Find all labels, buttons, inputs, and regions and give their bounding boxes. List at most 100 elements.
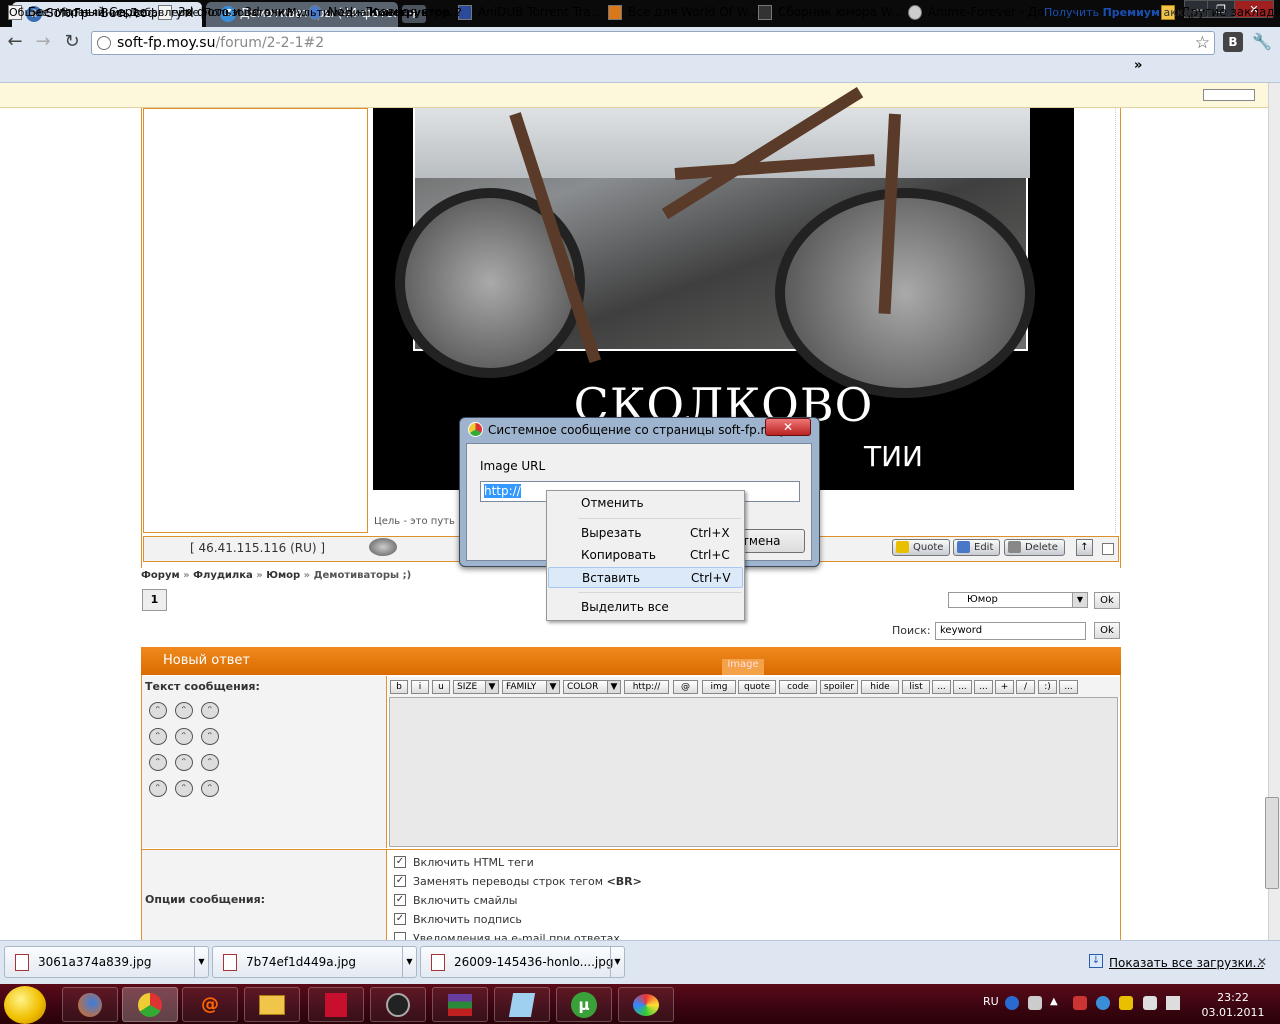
tray-app-icon[interactable]: [1119, 996, 1133, 1010]
dialog-close-button[interactable]: ✕: [765, 418, 811, 436]
bookmark-item[interactable]: AniDUB Torrent Tra...: [458, 4, 602, 22]
chrome-icon[interactable]: [122, 987, 178, 1022]
search-input[interactable]: keyword: [935, 622, 1086, 640]
smiley-icon[interactable]: ᵔ: [149, 780, 167, 797]
option-signature[interactable]: ✓ Включить подпись: [394, 913, 522, 926]
breadcrumb-forum[interactable]: Форум: [141, 570, 180, 581]
search-ok-button[interactable]: Ok: [1094, 622, 1120, 639]
smiley-icon[interactable]: ᵔ: [201, 702, 219, 719]
smiley-icon[interactable]: ᵔ: [175, 728, 193, 745]
bookmark-star-icon[interactable]: ☆: [1195, 33, 1210, 53]
bbcode-extra-button[interactable]: ...: [1059, 680, 1078, 694]
chevron-down-icon[interactable]: ▼: [610, 947, 624, 977]
bbcode-italic-button[interactable]: i: [411, 680, 429, 694]
forum-jump-ok-button[interactable]: Ok: [1094, 592, 1120, 609]
tray-tool-icon[interactable]: [1028, 996, 1042, 1010]
bbcode-extra-button[interactable]: ...: [974, 680, 993, 694]
bbcode-color-select[interactable]: COLOR ▼: [563, 680, 621, 694]
address-bar[interactable]: soft-fp.moy.su/forum/2-2-1#2 ☆: [91, 31, 1215, 55]
bookmark-item[interactable]: Все для World Of W...: [608, 4, 759, 22]
checkbox-checked[interactable]: ✓: [394, 913, 406, 925]
winrar-icon[interactable]: [432, 987, 488, 1022]
tray-app-icon[interactable]: [1096, 996, 1110, 1010]
bbcode-url-button[interactable]: http://: [624, 680, 669, 694]
system-clock[interactable]: 23:22 03.01.2011: [1200, 990, 1266, 1020]
smiley-icon[interactable]: ᵔ: [201, 754, 219, 771]
download-item[interactable]: 3061a374a839.jpg ▼: [4, 946, 209, 978]
downloads-close-button[interactable]: ✕: [1257, 955, 1267, 969]
bbcode-extra-button[interactable]: ...: [932, 680, 951, 694]
checkbox-checked[interactable]: ✓: [394, 875, 406, 887]
bbcode-slash-button[interactable]: /: [1016, 680, 1035, 694]
download-item[interactable]: 26009-145436-honlo....jpg ▼: [420, 946, 625, 978]
vk-extension-button[interactable]: B: [1223, 32, 1243, 52]
start-button[interactable]: [4, 986, 46, 1024]
utorrent-icon[interactable]: µ: [556, 987, 612, 1022]
premium-link[interactable]: Получить Премиум аккаунт: [1044, 6, 1210, 19]
bbcode-underline-button[interactable]: u: [432, 680, 450, 694]
bookmark-item[interactable]: Сборник юмора W...: [758, 4, 903, 22]
bbcode-bold-button[interactable]: b: [390, 680, 408, 694]
delete-button[interactable]: Delete: [1004, 539, 1065, 556]
back-button[interactable]: ←: [4, 31, 26, 53]
menu-item-undo[interactable]: Отменить: [548, 493, 743, 514]
smiley-icon[interactable]: ᵔ: [149, 754, 167, 771]
smiley-icon[interactable]: ᵔ: [201, 728, 219, 745]
bbcode-list-button[interactable]: list: [902, 680, 930, 694]
show-all-downloads-link[interactable]: Показать все загрузки...: [1109, 956, 1264, 970]
bbcode-spoiler-button[interactable]: spoiler: [820, 680, 858, 694]
pdf-reader-icon[interactable]: [308, 987, 364, 1022]
language-indicator[interactable]: RU: [983, 995, 999, 1008]
bbcode-email-button[interactable]: @: [673, 680, 698, 694]
ucoz-menu-help[interactable]: ?: [456, 6, 462, 19]
bbcode-quote-button[interactable]: quote: [738, 680, 776, 694]
smiley-icon[interactable]: ᵔ: [175, 754, 193, 771]
menu-item-select-all[interactable]: Выделить все: [548, 597, 743, 618]
smiley-icon[interactable]: ᵔ: [175, 780, 193, 797]
menu-item-paste[interactable]: Вставить Ctrl+V: [548, 567, 743, 588]
paint-icon[interactable]: [618, 987, 674, 1022]
smiley-icon[interactable]: ᵔ: [175, 702, 193, 719]
chevron-down-icon[interactable]: ▼: [194, 947, 208, 977]
forward-button[interactable]: →: [32, 31, 54, 53]
edit-button[interactable]: Edit: [953, 539, 1001, 556]
help-icon[interactable]: [1005, 996, 1019, 1010]
wrench-icon[interactable]: 🔧: [1252, 32, 1272, 52]
chevron-down-icon[interactable]: ▼: [402, 947, 416, 977]
explorer-icon[interactable]: [244, 987, 300, 1022]
forum-jump-select[interactable]: Юмор ▼: [948, 592, 1088, 608]
bookmark-item[interactable]: Anime-Forever - До...: [908, 4, 1056, 22]
panel-toggle-icon[interactable]: [1203, 89, 1255, 101]
menu-item-cut[interactable]: Вырезать Ctrl+X: [548, 523, 743, 544]
smiley-icon[interactable]: ᵔ: [149, 728, 167, 745]
ucoz-menu-manage[interactable]: Управление: [57, 6, 126, 19]
bbcode-code-button[interactable]: code: [779, 680, 817, 694]
checkbox-checked[interactable]: ✓: [394, 894, 406, 906]
breadcrumb-flood[interactable]: Флудилка: [193, 570, 253, 581]
ucoz-menu-multimedia[interactable]: Мультимедиа: [287, 6, 367, 19]
network-icon[interactable]: [1143, 996, 1157, 1010]
bbcode-size-select[interactable]: SIZE ▼: [453, 680, 499, 694]
checkbox-checked[interactable]: ✓: [394, 856, 406, 868]
firefox-icon[interactable]: [62, 987, 118, 1022]
smiley-icon[interactable]: ᵔ: [149, 702, 167, 719]
post-select-checkbox[interactable]: [1102, 543, 1114, 555]
bookmarks-overflow-button[interactable]: »: [1134, 58, 1142, 73]
bbcode-plus-button[interactable]: +: [995, 680, 1014, 694]
notepad-icon[interactable]: [494, 987, 550, 1022]
ucoz-menu-constructor[interactable]: Конструктор: [369, 6, 450, 19]
steam-icon[interactable]: [370, 987, 426, 1022]
menu-item-copy[interactable]: Копировать Ctrl+C: [548, 545, 743, 566]
bbcode-extra-button[interactable]: ...: [953, 680, 972, 694]
bbcode-hide-button[interactable]: hide: [861, 680, 899, 694]
smiley-icon[interactable]: ᵔ: [201, 780, 219, 797]
show-hidden-icons[interactable]: ▲: [1050, 996, 1058, 1010]
bbcode-img-button[interactable]: img: [702, 680, 736, 694]
option-html-tags[interactable]: ✓ Включить HTML теги: [394, 856, 534, 869]
bbcode-smile-button[interactable]: :): [1038, 680, 1057, 694]
option-smiles[interactable]: ✓ Включить смайлы: [394, 894, 517, 907]
tray-flag-icon[interactable]: [1073, 996, 1087, 1010]
download-item[interactable]: 7b74ef1d449a.jpg ▼: [212, 946, 417, 978]
quote-button[interactable]: Quote: [892, 539, 951, 556]
reload-button[interactable]: ↻: [61, 31, 83, 53]
